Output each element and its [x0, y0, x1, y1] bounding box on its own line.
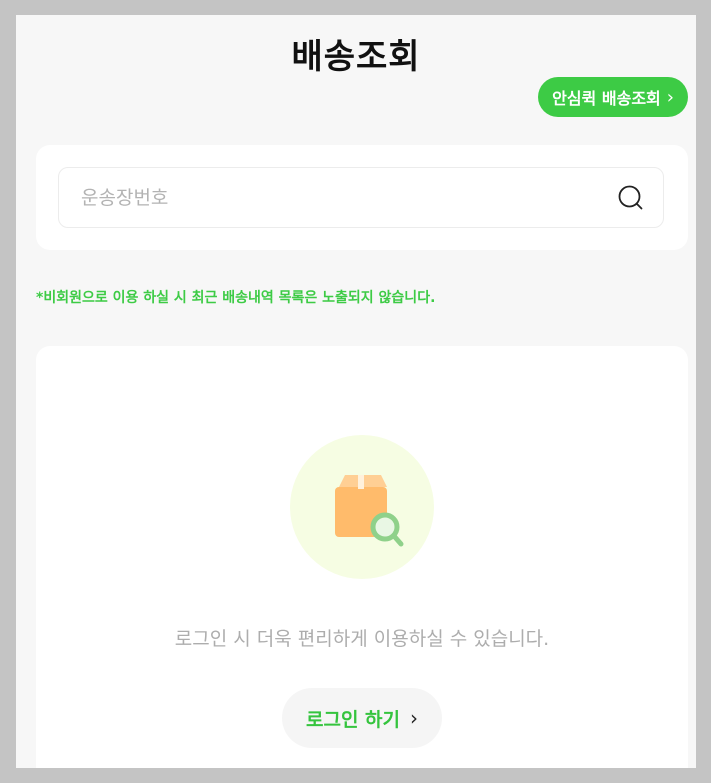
tracking-number-input[interactable]: [79, 185, 617, 210]
login-button[interactable]: 로그인 하기 ›: [282, 688, 442, 748]
search-card: [36, 145, 688, 250]
page-title: 배송조회: [291, 37, 421, 77]
chevron-right-icon: ›: [666, 86, 674, 108]
safe-quick-label: 안심퀵 배송조회: [552, 89, 661, 108]
chevron-right-icon: ›: [410, 706, 418, 730]
empty-state-card: 로그인 시 더욱 편리하게 이용하실 수 있습니다. 로그인 하기 ›: [36, 346, 688, 768]
login-benefit-message: 로그인 시 더욱 편리하게 이용하실 수 있습니다.: [174, 628, 550, 650]
safe-quick-delivery-button[interactable]: 안심퀵 배송조회 ›: [538, 77, 688, 117]
app-viewport: 배송조회 안심퀵 배송조회 › *비회원으로 이용 하실 시 최근 배송내역 목…: [16, 15, 696, 768]
package-search-icon: [335, 475, 404, 547]
illustration-circle: [290, 435, 434, 579]
login-button-label: 로그인 하기: [305, 708, 400, 731]
search-icon[interactable]: [617, 184, 645, 212]
search-box[interactable]: [58, 167, 664, 228]
non-member-notice: *비회원으로 이용 하실 시 최근 배송내역 목록은 노출되지 않습니다.: [36, 290, 436, 306]
